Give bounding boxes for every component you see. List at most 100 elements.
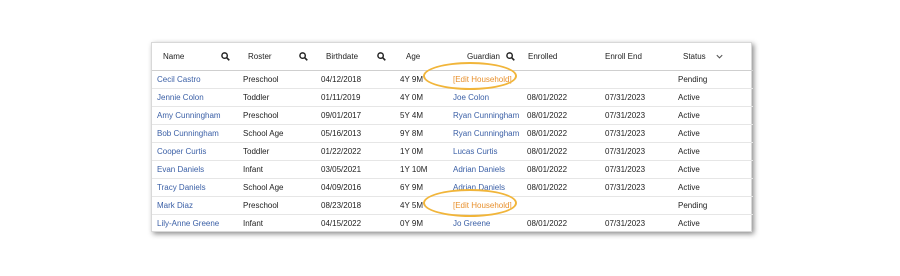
age-cell: 1Y 10M	[392, 160, 446, 179]
search-icon[interactable]	[506, 52, 515, 61]
child-name-link[interactable]: Cecil Castro	[157, 75, 201, 84]
guardian-link[interactable]: Ryan Cunningham	[453, 111, 519, 120]
enroll-end-cell: 07/31/2023	[599, 215, 676, 233]
child-name-cell: Bob Cunningham	[152, 124, 236, 143]
column-header-name[interactable]: Name	[152, 43, 236, 71]
age-cell: 4Y 0M	[400, 93, 423, 102]
birthdate-cell: 04/12/2018	[314, 70, 392, 89]
age-cell: 1Y 0M	[400, 147, 423, 156]
table-row[interactable]: Jennie Colon Toddler 01/11/2019 4Y 0M Joe Co…	[152, 88, 753, 107]
child-name-cell: Mark Diaz	[152, 196, 236, 215]
roster-cell: School Age	[236, 124, 314, 143]
guardian-cell: Lucas Curtis	[446, 142, 521, 161]
column-header-enrolled[interactable]: Enrolled	[521, 43, 599, 71]
birthdate-cell: 01/11/2019	[314, 88, 392, 107]
roster-cell: Infant	[243, 219, 264, 228]
child-name-link[interactable]: Lily-Anne Greene	[157, 219, 219, 228]
enrolled-cell: 08/01/2022	[527, 219, 568, 228]
age-cell: 1Y 0M	[392, 142, 446, 161]
guardian-cell: Jo Greene	[446, 215, 521, 233]
guardian-link[interactable]: Jo Greene	[453, 219, 490, 228]
table-row[interactable]: Evan Daniels Infant 03/05/2021 1Y 10M Adrian…	[152, 160, 753, 179]
table-row[interactable]: Lily-Anne Greene Infant 04/15/2022 0Y 9M Jo …	[152, 215, 753, 233]
search-icon[interactable]	[221, 52, 230, 61]
guardian-link[interactable]: Ryan Cunningham	[453, 129, 519, 138]
age-cell: 4Y 9M	[400, 75, 423, 84]
birthdate-cell: 09/01/2017	[321, 111, 362, 120]
birthdate-cell: 05/16/2013	[321, 129, 362, 138]
age-cell: 6Y 9M	[400, 183, 423, 192]
child-name-link[interactable]: Evan Daniels	[157, 165, 204, 174]
status-cell: Active	[676, 124, 753, 143]
child-name-link[interactable]: Jennie Colon	[157, 93, 204, 102]
column-label-roster: Roster	[248, 52, 272, 61]
column-header-status[interactable]: Status	[676, 43, 753, 71]
age-cell: 0Y 9M	[392, 215, 446, 233]
column-header-roster[interactable]: Roster	[236, 43, 314, 71]
age-cell: 9Y 8M	[392, 124, 446, 143]
enrolled-cell: 08/01/2022	[521, 106, 599, 125]
enrolled-cell: 08/01/2022	[527, 93, 568, 102]
roster-cell: Preschool	[243, 201, 279, 210]
child-name-link[interactable]: Tracy Daniels	[157, 183, 206, 192]
enroll-end-cell: 07/31/2023	[605, 147, 646, 156]
enrolled-cell: 08/01/2022	[527, 111, 568, 120]
enrolled-cell: 08/01/2022	[527, 147, 568, 156]
roster-cell: Preschool	[236, 196, 314, 215]
enroll-end-cell: 07/31/2023	[605, 129, 646, 138]
guardian-cell: Adrian Daniels	[446, 160, 521, 179]
enroll-end-cell: 07/31/2023	[605, 165, 646, 174]
birthdate-cell: 04/15/2022	[321, 219, 362, 228]
edit-household-highlight-ring	[423, 189, 517, 217]
child-name-link[interactable]: Mark Diaz	[157, 201, 193, 210]
roster-cell: Preschool	[236, 106, 314, 125]
roster-cell: Preschool	[236, 70, 314, 89]
age-cell: 4Y 0M	[392, 88, 446, 107]
roster-cell: Infant	[243, 165, 264, 174]
enrolled-cell: 08/01/2022	[521, 160, 599, 179]
enroll-end-cell: 07/31/2023	[599, 124, 676, 143]
table-row[interactable]: Amy Cunningham Preschool 09/01/2017 5Y 4M Ry…	[152, 106, 753, 125]
column-header-birthdate[interactable]: Birthdate	[314, 43, 392, 71]
age-cell: 1Y 10M	[400, 165, 428, 174]
roster-cell: School Age	[243, 183, 284, 192]
enrolled-cell	[521, 196, 599, 215]
guardian-cell: Ryan Cunningham	[446, 124, 521, 143]
birthdate-cell: 04/15/2022	[314, 215, 392, 233]
status-cell: Active	[676, 215, 753, 233]
status-cell: Pending	[678, 75, 708, 84]
age-cell: 5Y 4M	[400, 111, 423, 120]
status-cell: Active	[676, 142, 753, 161]
table-row[interactable]: Bob Cunningham School Age 05/16/2013 9Y 8M R…	[152, 124, 753, 143]
roster-cell: Toddler	[243, 93, 270, 102]
enrolled-cell: 08/01/2022	[527, 183, 568, 192]
status-cell: Active	[678, 219, 700, 228]
edit-household-highlight-ring	[423, 62, 517, 90]
child-name-link[interactable]: Bob Cunningham	[157, 129, 219, 138]
guardian-link[interactable]: Lucas Curtis	[453, 147, 497, 156]
enroll-end-cell	[599, 196, 676, 215]
search-icon[interactable]	[377, 52, 386, 61]
child-name-cell: Evan Daniels	[152, 160, 236, 179]
child-name-link[interactable]: Cooper Curtis	[157, 147, 206, 156]
roster-cell: Toddler	[236, 88, 314, 107]
roster-cell: Toddler	[243, 147, 270, 156]
child-name-cell: Jennie Colon	[152, 88, 236, 107]
guardian-link[interactable]: Joe Colon	[453, 93, 489, 102]
birthdate-cell: 01/22/2022	[321, 147, 362, 156]
table-row[interactable]: Cooper Curtis Toddler 01/22/2022 1Y 0M Lucas…	[152, 142, 753, 161]
enrolled-cell: 08/01/2022	[521, 142, 599, 161]
search-icon[interactable]	[299, 52, 308, 61]
enroll-end-cell: 07/31/2023	[599, 178, 676, 197]
child-name-link[interactable]: Amy Cunningham	[157, 111, 221, 120]
child-name-cell: Cooper Curtis	[152, 142, 236, 161]
guardian-cell: Ryan Cunningham	[446, 106, 521, 125]
guardian-link[interactable]: Adrian Daniels	[453, 165, 505, 174]
status-cell: Active	[678, 165, 700, 174]
roster-cell: Toddler	[236, 142, 314, 161]
status-cell: Active	[678, 129, 700, 138]
roster-cell: Infant	[236, 215, 314, 233]
age-cell: 4Y 5M	[400, 201, 423, 210]
column-header-enroll-end[interactable]: Enroll End	[599, 43, 676, 71]
chevron-down-icon[interactable]	[715, 52, 724, 61]
